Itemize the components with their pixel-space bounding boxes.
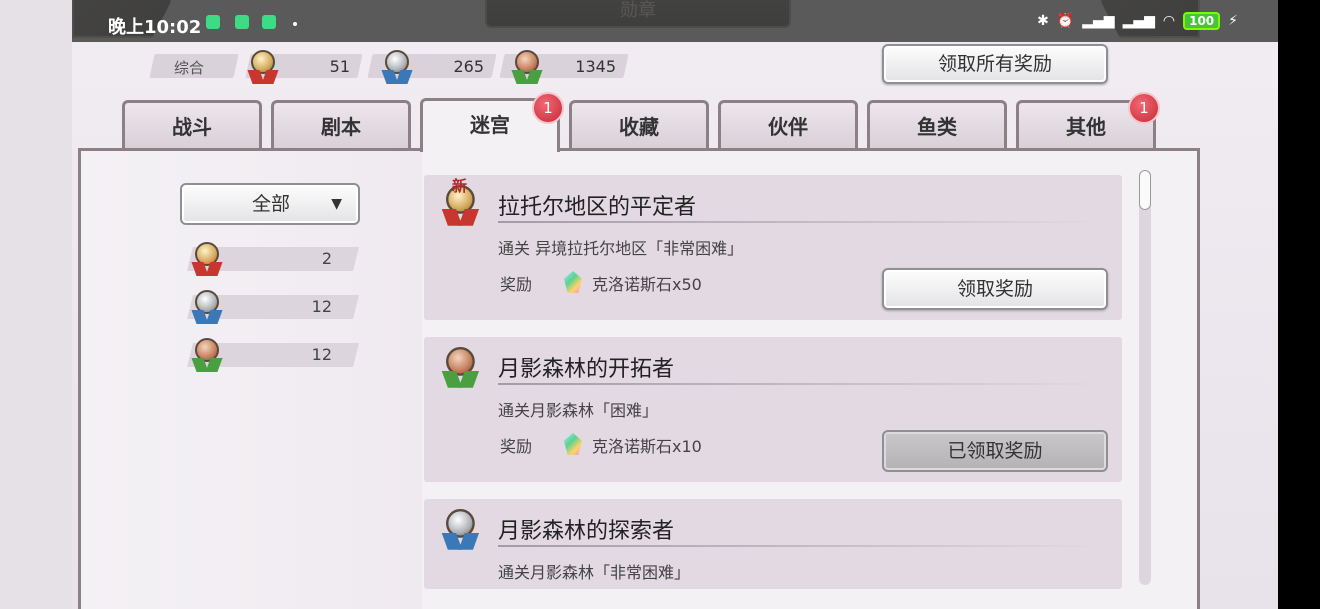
- bronze-medal-icon: [510, 50, 544, 86]
- achievement-title: 月影森林的开拓者: [498, 357, 675, 382]
- tab-battle[interactable]: 战斗: [122, 100, 262, 150]
- achievement-title: 月影森林的探索者: [498, 519, 675, 544]
- divider: [498, 545, 1102, 547]
- achievement-description: 通关 异境拉托尔地区「非常困难」: [498, 239, 744, 258]
- chevron-down-icon: ▼: [331, 196, 342, 212]
- reward-item: 克洛诺斯石x50: [592, 275, 702, 294]
- tab-partner[interactable]: 伙伴: [718, 100, 858, 150]
- claimed-reward-button[interactable]: 已领取奖励: [882, 430, 1108, 472]
- gold-medal-icon: [190, 242, 224, 278]
- achievement-card: 月影森林的探索者 通关月影森林「非常困难」: [424, 499, 1122, 589]
- bronze-count: 12: [311, 345, 332, 364]
- alarm-icon: ⏰: [1056, 13, 1075, 29]
- status-bar: 晚上10:02 ✱ ⏰ ▂▄▆ ▂▄▆ ◠ 100 ⚡: [72, 0, 1278, 42]
- android-icon: [235, 15, 249, 29]
- achievement-description: 通关月影森林「非常困难」: [498, 563, 691, 582]
- android-icon: [262, 15, 276, 29]
- silver-medal-icon: [440, 509, 481, 552]
- summary-silver-count: 265: [453, 57, 484, 76]
- chronos-stone-icon: [564, 271, 582, 293]
- claim-reward-button[interactable]: 领取奖励: [882, 268, 1108, 310]
- silver-medal-icon: [190, 290, 224, 326]
- left-margin: [0, 0, 72, 609]
- new-badge: 新: [452, 177, 468, 195]
- scrollbar[interactable]: [1139, 170, 1151, 585]
- silver-medal-icon: [380, 50, 414, 86]
- divider: [498, 221, 1102, 223]
- reward-label: 奖励: [500, 275, 533, 294]
- wifi-icon: ◠: [1162, 13, 1176, 29]
- battery-icon: 100: [1183, 12, 1221, 30]
- status-time: 晚上10:02: [108, 17, 202, 38]
- right-margin: [1278, 0, 1320, 609]
- tab-collection[interactable]: 收藏: [569, 100, 709, 150]
- reward-item: 克洛诺斯石x10: [592, 437, 702, 456]
- bluetooth-icon: ✱: [1037, 13, 1049, 29]
- filter-dropdown[interactable]: 全部 ▼: [180, 183, 360, 225]
- claim-all-button[interactable]: 领取所有奖励: [882, 44, 1108, 84]
- silver-count: 12: [311, 297, 332, 316]
- achievement-title: 拉托尔地区的平定者: [498, 195, 697, 220]
- signal-hd-icon: ▂▄▆: [1122, 13, 1155, 29]
- tab-other-badge: 1: [1128, 92, 1160, 124]
- divider: [498, 383, 1102, 385]
- gold-medal-icon: [246, 50, 280, 86]
- signal-icon: ▂▄▆: [1082, 13, 1115, 29]
- scroll-thumb[interactable]: [1139, 170, 1151, 210]
- bronze-medal-icon: [440, 347, 481, 390]
- tab-labyrinth-badge: 1: [532, 92, 564, 124]
- filter-selected: 全部: [252, 193, 291, 215]
- tab-fish[interactable]: 鱼类: [867, 100, 1007, 150]
- charging-icon: ⚡: [1228, 13, 1238, 29]
- bronze-medal-icon: [190, 338, 224, 374]
- achievement-card: 月影森林的开拓者 通关月影森林「困难」 奖励 克洛诺斯石x10 已领取奖励: [424, 337, 1122, 482]
- shield-icon: [206, 15, 220, 29]
- tab-script[interactable]: 剧本: [271, 100, 411, 150]
- achievement-description: 通关月影森林「困难」: [498, 401, 659, 420]
- dot-icon: [293, 22, 297, 26]
- summary-bronze-count: 1345: [575, 57, 616, 76]
- chronos-stone-icon: [564, 433, 582, 455]
- gold-count: 2: [321, 249, 332, 268]
- summary-gold-count: 51: [329, 57, 350, 76]
- summary-label: 综合: [174, 59, 205, 77]
- achievement-card: 新 拉托尔地区的平定者 通关 异境拉托尔地区「非常困难」 奖励 克洛诺斯石x50…: [424, 175, 1122, 320]
- reward-label: 奖励: [500, 437, 533, 456]
- status-icons: ✱ ⏰ ▂▄▆ ▂▄▆ ◠ 100 ⚡: [1037, 12, 1238, 30]
